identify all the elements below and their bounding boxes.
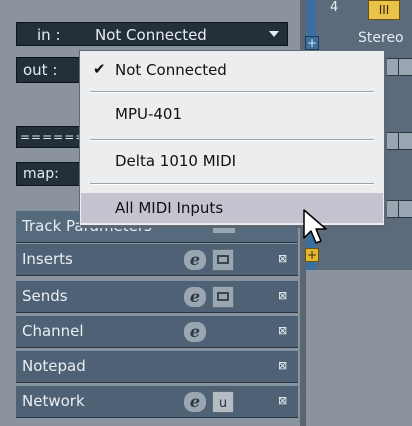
track-button[interactable] — [398, 132, 412, 150]
dropdown-arrow-icon[interactable] — [269, 31, 279, 37]
track-area-empty — [306, 270, 412, 426]
map-label: map: — [23, 166, 59, 182]
midi-output-selector[interactable]: out : — [16, 57, 80, 83]
midi-input-dropdown-menu: ✔ Not Connected MPU-401 Delta 1010 MIDI … — [79, 50, 385, 226]
program-field-text: ====== — [20, 130, 80, 144]
track-button[interactable] — [398, 200, 412, 218]
track-type-badge[interactable]: III — [368, 0, 400, 20]
map-selector[interactable]: map: — [16, 162, 80, 186]
edit-icon[interactable]: e — [184, 392, 206, 412]
check-icon: ✔ — [93, 60, 106, 78]
section-network[interactable]: Network e u ⊠ — [16, 385, 298, 418]
section-title: Inserts — [22, 250, 73, 268]
track-number: 4 — [330, 0, 339, 15]
section-title: Sends — [22, 287, 68, 305]
input-label: in : — [37, 26, 61, 44]
output-label: out : — [23, 61, 58, 79]
program-field[interactable]: ====== — [16, 126, 80, 148]
track-output-label: Stereo — [358, 30, 404, 46]
section-channel[interactable]: Channel e ⊠ — [16, 315, 298, 348]
menu-item-label: Not Connected — [115, 61, 227, 79]
menu-item-label: All MIDI Inputs — [115, 199, 224, 217]
expand-icon[interactable]: ⊠ — [278, 290, 288, 302]
edit-icon[interactable]: e — [184, 250, 206, 270]
section-title: Network — [22, 392, 85, 410]
bypass-icon[interactable] — [212, 286, 234, 308]
menu-item-mpu-401[interactable]: MPU-401 — [81, 99, 383, 129]
menu-separator — [90, 183, 374, 185]
expand-icon[interactable]: ⊠ — [278, 360, 288, 372]
section-notepad[interactable]: Notepad ⊠ — [16, 350, 298, 383]
menu-separator — [90, 139, 374, 141]
edit-icon[interactable]: e — [184, 287, 206, 307]
section-sends[interactable]: Sends e ⊠ — [16, 280, 298, 313]
menu-item-label: MPU-401 — [115, 105, 183, 123]
expand-icon[interactable]: ⊠ — [278, 395, 288, 407]
section-title: Notepad — [22, 357, 86, 375]
mouse-pointer-icon — [303, 209, 327, 244]
menu-separator — [90, 91, 374, 93]
add-track-icon[interactable]: + — [305, 36, 319, 50]
midi-input-selector[interactable]: in : Not Connected — [16, 22, 288, 46]
expand-track-icon[interactable]: + — [305, 248, 319, 262]
menu-item-all-midi-inputs[interactable]: All MIDI Inputs — [81, 193, 383, 223]
menu-item-delta-1010-midi[interactable]: Delta 1010 MIDI — [81, 146, 383, 176]
menu-item-label: Delta 1010 MIDI — [115, 152, 237, 170]
expand-icon[interactable]: ⊠ — [278, 325, 288, 337]
menu-item-not-connected[interactable]: ✔ Not Connected — [81, 55, 383, 85]
expand-icon[interactable]: ⊠ — [278, 253, 288, 265]
section-inserts[interactable]: Inserts e ⊠ — [16, 243, 298, 276]
network-user-icon[interactable]: u — [212, 391, 234, 413]
bypass-icon[interactable] — [212, 249, 234, 271]
edit-icon[interactable]: e — [184, 322, 206, 342]
input-value: Not Connected — [95, 26, 207, 44]
track-button[interactable] — [398, 58, 412, 76]
section-title: Channel — [22, 322, 84, 340]
